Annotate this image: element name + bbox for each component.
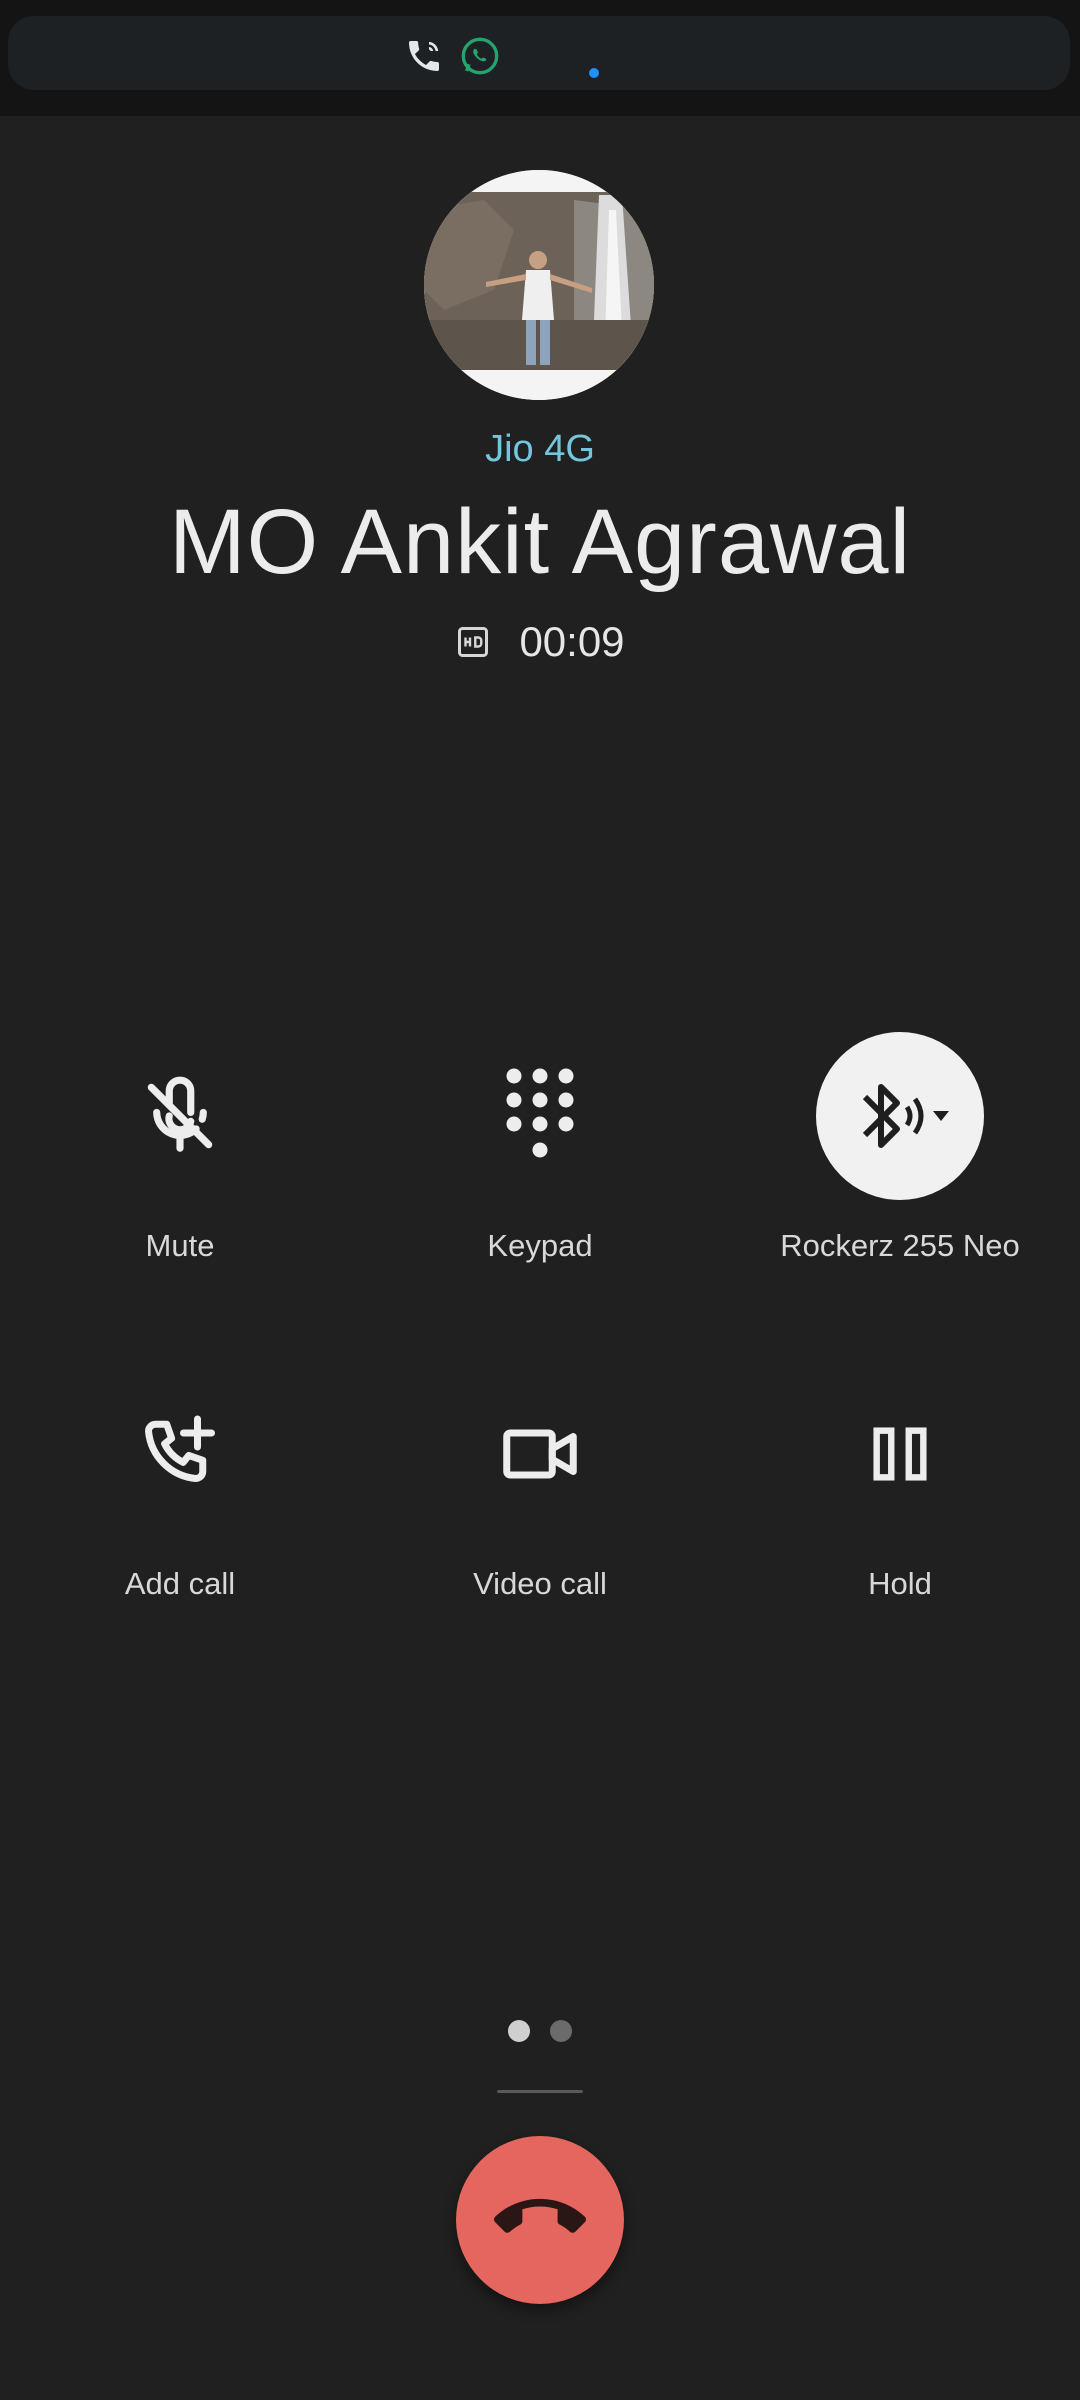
status-bar bbox=[0, 0, 1080, 116]
divider-handle bbox=[497, 2090, 583, 2093]
call-timer: 00:09 bbox=[519, 618, 625, 665]
hold-label: Hold bbox=[868, 1566, 932, 1601]
page-indicator bbox=[0, 2020, 1080, 2042]
call-end-icon bbox=[493, 2172, 586, 2269]
video-call-button[interactable]: Video call bbox=[390, 1370, 690, 1610]
notification-dot bbox=[589, 68, 599, 78]
notification-pill[interactable] bbox=[8, 16, 1070, 90]
add-call-button[interactable]: Add call bbox=[30, 1370, 330, 1610]
page-dot-2[interactable] bbox=[550, 2020, 572, 2042]
add-call-icon bbox=[96, 1370, 264, 1538]
audio-route-button[interactable]: Rockerz 255 Neo bbox=[750, 1032, 1050, 1272]
add-call-label: Add call bbox=[124, 1566, 236, 1601]
audio-route-label: Rockerz 255 Neo bbox=[780, 1228, 1020, 1263]
wifi-calling-icon bbox=[404, 36, 444, 76]
caller-name: MO Ankit Agrawal bbox=[168, 491, 912, 593]
video-call-label: Video call bbox=[473, 1566, 607, 1601]
keypad-button[interactable]: Keypad bbox=[390, 1032, 690, 1272]
videocam-icon bbox=[456, 1370, 624, 1538]
page-dot-1[interactable] bbox=[508, 2020, 530, 2042]
mute-label: Mute bbox=[145, 1228, 215, 1263]
end-call-button[interactable] bbox=[456, 2136, 624, 2304]
hd-icon bbox=[455, 624, 491, 660]
keypad-label: Keypad bbox=[487, 1228, 593, 1263]
dialpad-icon bbox=[456, 1032, 624, 1200]
call-info: 00:09 bbox=[0, 612, 1080, 672]
mute-button[interactable]: Mute bbox=[30, 1032, 330, 1272]
mic-off-icon bbox=[96, 1032, 264, 1200]
contact-avatar bbox=[424, 170, 654, 400]
carrier-label: Jio 4G bbox=[485, 428, 595, 470]
whatsapp-icon bbox=[460, 36, 500, 76]
bluetooth-audio-icon bbox=[816, 1032, 984, 1200]
hold-button[interactable]: Hold bbox=[750, 1370, 1050, 1610]
pause-icon bbox=[816, 1370, 984, 1538]
